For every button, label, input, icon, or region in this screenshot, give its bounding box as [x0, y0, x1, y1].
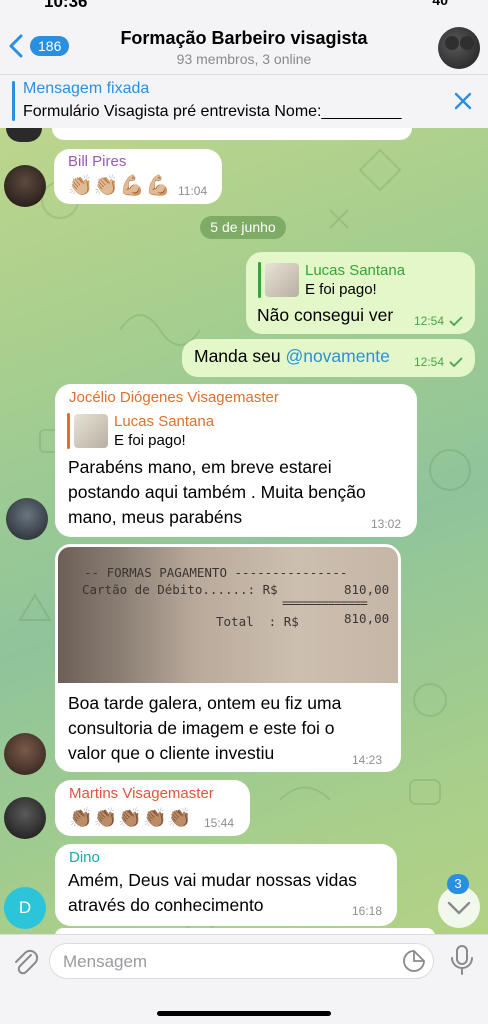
reply-thumbnail: [74, 414, 108, 448]
message-line: consultoria de imagem e este foi o: [68, 718, 335, 738]
status-time: 10:36: [44, 0, 88, 11]
sender-name[interactable]: Martins Visagemaster: [69, 785, 214, 802]
message-time: 12:54: [414, 355, 445, 369]
message-input-box[interactable]: [49, 943, 434, 979]
message-time: 11:04: [178, 184, 208, 198]
message-emoji: 👏🏽👏🏽👏🏽👏🏽👏🏽: [69, 808, 193, 829]
reply-thumbnail: [265, 263, 299, 297]
message-text: Manda seu @novamente: [194, 344, 390, 369]
chat-title[interactable]: Formação Barbeiro visagista: [0, 28, 488, 49]
avatar-sender[interactable]: [4, 733, 46, 775]
avatar-jocelio[interactable]: [6, 498, 48, 540]
status-battery: 40: [432, 0, 448, 8]
receipt-line: Cartão de Débito......: R$: [82, 582, 278, 597]
receipt-photo[interactable]: -- FORMAS PAGAMENTO --------------- Cart…: [58, 547, 398, 683]
message-time: 12:54: [414, 314, 445, 328]
chat-header: 186 Formação Barbeiro visagista 93 membr…: [0, 14, 488, 74]
message-martins[interactable]: Martins Visagemaster 👏🏽👏🏽👏🏽👏🏽👏🏽 15:44: [55, 780, 250, 836]
avatar-bill-pires[interactable]: [4, 165, 46, 207]
paperclip-icon[interactable]: [11, 946, 39, 976]
unread-badge: 3: [447, 874, 469, 894]
reply-sender: Lucas Santana: [305, 262, 406, 279]
message-caption: Boa tarde galera, ontem eu fiz uma consu…: [58, 683, 398, 769]
reply-bar: [67, 413, 70, 449]
message-line: postando aqui também . Muita benção: [68, 482, 366, 502]
message-time: 14:23: [352, 753, 383, 767]
message-time: 13:02: [371, 517, 402, 531]
date-separator: 5 de junho: [200, 216, 286, 239]
message-line: Boa tarde galera, ontem eu fiz uma: [68, 693, 342, 713]
group-avatar[interactable]: [438, 27, 480, 69]
status-bar: 10:36 40: [0, 0, 488, 14]
pinned-indicator: [12, 81, 15, 121]
receipt-value: 810,00: [344, 611, 390, 626]
read-check-icon: [449, 316, 463, 326]
message-line: valor que o cliente investiu: [68, 743, 275, 763]
message-line: através do conhecimento: [68, 895, 264, 915]
pinned-message-bar[interactable]: Mensagem fixada Formulário Visagista pré…: [0, 74, 488, 128]
chat-subtitle: 93 membros, 3 online: [176, 51, 312, 67]
pinned-title: Mensagem fixada: [23, 80, 150, 97]
message-jocelio[interactable]: Jocélio Diógenes Visagemaster Lucas Sant…: [55, 384, 417, 537]
close-icon[interactable]: [454, 92, 472, 110]
sender-name[interactable]: Dino: [69, 849, 100, 866]
sender-name[interactable]: Bill Pires: [68, 153, 126, 170]
reply-bar: [258, 262, 261, 298]
message-time: 15:44: [204, 816, 235, 830]
message-emoji: 👏🏼👏🏼💪🏼💪🏼: [68, 175, 172, 197]
message-line: mano, meus parabéns: [68, 507, 243, 527]
reply-sender: Lucas Santana: [114, 413, 215, 430]
microphone-icon[interactable]: [449, 944, 475, 976]
message-text: Não consegui ver: [257, 305, 394, 325]
message-outgoing-reply[interactable]: Lucas Santana E foi pago! Não consegui v…: [246, 252, 475, 334]
receipt-divider: =============: [282, 595, 368, 610]
mention-link[interactable]: @novamente: [285, 346, 389, 366]
avatar-initial: D: [18, 898, 32, 917]
read-check-icon: [449, 357, 463, 367]
reply-text: E foi pago!: [114, 432, 186, 449]
message-bubble-partial[interactable]: [52, 128, 412, 140]
receipt-line: -- FORMAS PAGAMENTO ---------------: [84, 565, 348, 580]
home-indicator: [157, 1011, 331, 1016]
sender-name[interactable]: Jocélio Diógenes Visagemaster: [69, 389, 279, 406]
message-input[interactable]: [63, 950, 393, 974]
message-composer: [0, 934, 488, 1024]
message-outgoing[interactable]: Manda seu @novamente 12:54: [182, 339, 475, 377]
avatar-dino[interactable]: D: [4, 887, 46, 929]
receipt-line: Total : R$: [216, 614, 299, 629]
avatar-martins[interactable]: [4, 797, 46, 839]
reply-text: E foi pago!: [305, 281, 377, 298]
message-text-prefix: Manda seu: [194, 346, 286, 366]
sticker-icon[interactable]: [402, 949, 426, 973]
message-line: Amém, Deus vai mudar nossas vidas: [68, 870, 357, 890]
pinned-text: Formulário Visagista pré entrevista Nome…: [23, 103, 402, 120]
message-time: 16:18: [352, 904, 383, 918]
message-bill-pires[interactable]: Bill Pires 👏🏼👏🏼💪🏼💪🏼 11:04: [54, 149, 222, 204]
message-line: Parabéns mano, em breve estarei: [68, 457, 332, 477]
message-dino[interactable]: Dino Amém, Deus vai mudar nossas vidas a…: [55, 844, 397, 926]
